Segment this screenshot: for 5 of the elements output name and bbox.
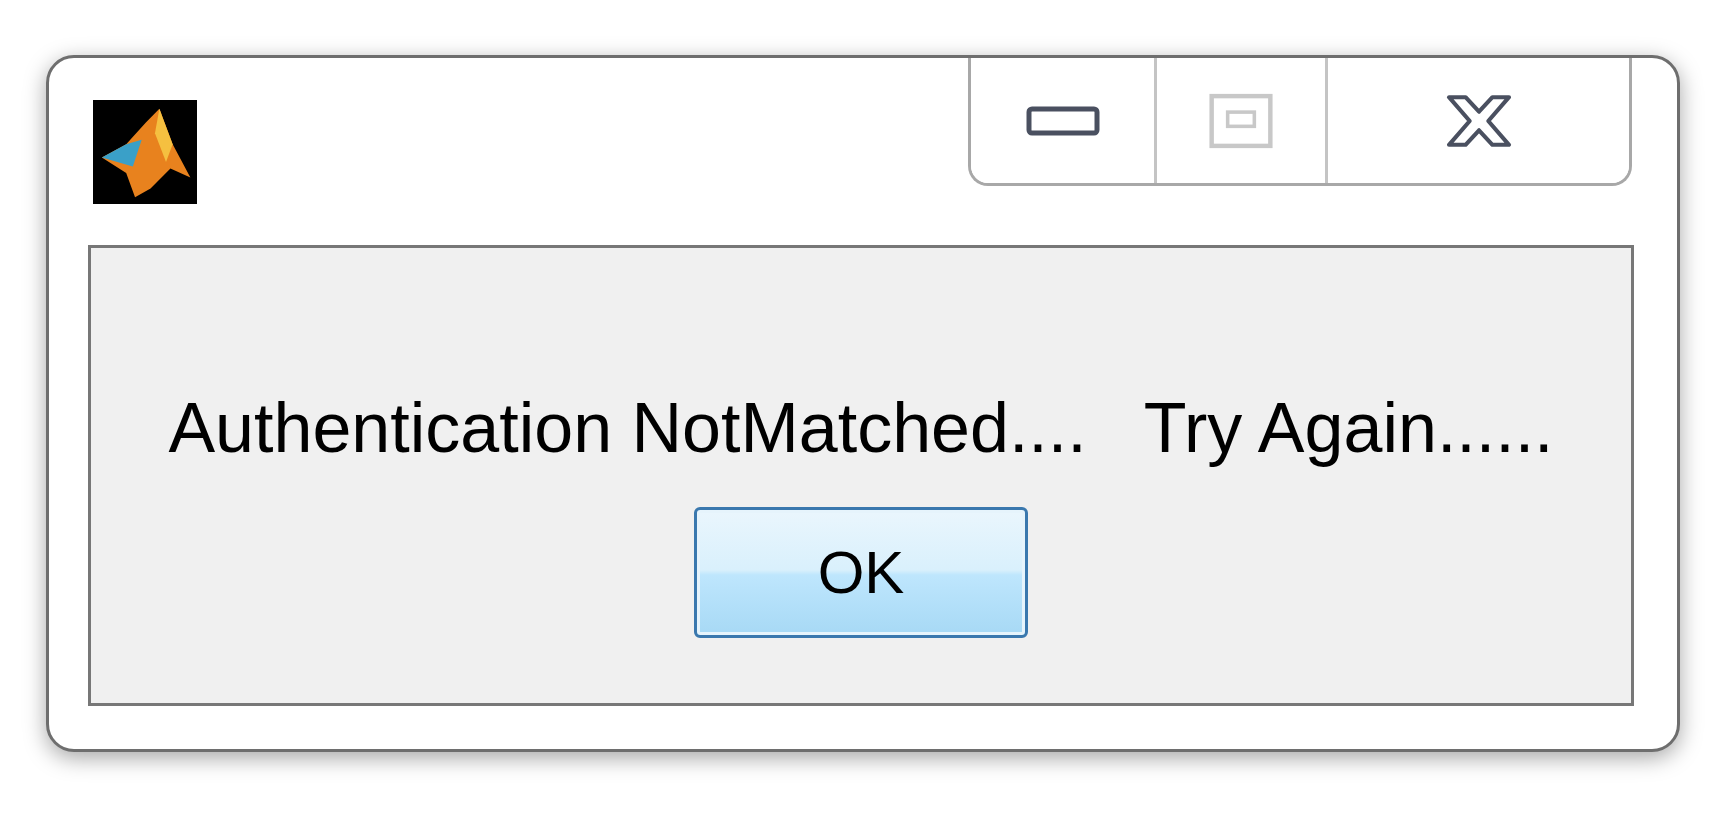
close-button[interactable] — [1325, 58, 1629, 183]
message-text: Authentication NotMatched.... Try Again...... — [168, 390, 1554, 467]
minimize-button[interactable] — [971, 58, 1154, 183]
app-icon — [93, 100, 197, 204]
ok-button[interactable]: OK — [694, 507, 1028, 638]
